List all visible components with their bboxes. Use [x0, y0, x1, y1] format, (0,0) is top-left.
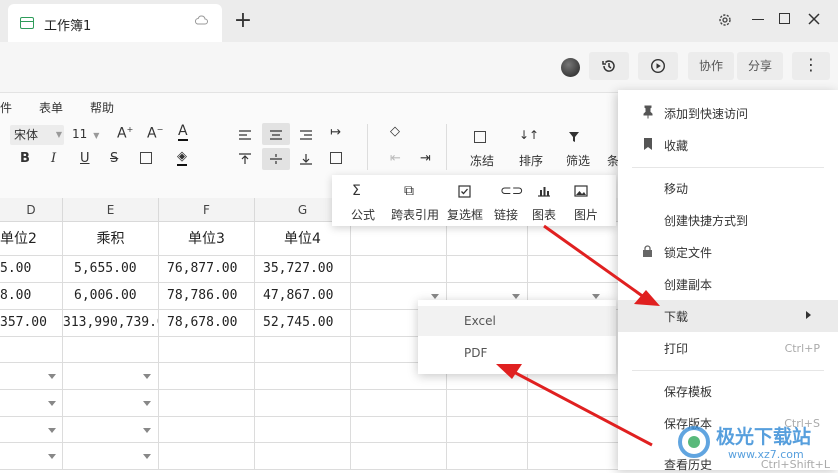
watermark-site-name: 极光下载站: [716, 426, 812, 448]
arrow-to-pdf: [509, 368, 653, 447]
arrow-head: [496, 364, 522, 379]
arrow-to-download: [543, 224, 649, 302]
annotation-arrows: [496, 224, 660, 447]
site-watermark: 极光下载站 www.xz7.com: [676, 418, 836, 468]
watermark-url: www.xz7.com: [728, 448, 804, 461]
watermark-logo-icon: [678, 426, 710, 458]
